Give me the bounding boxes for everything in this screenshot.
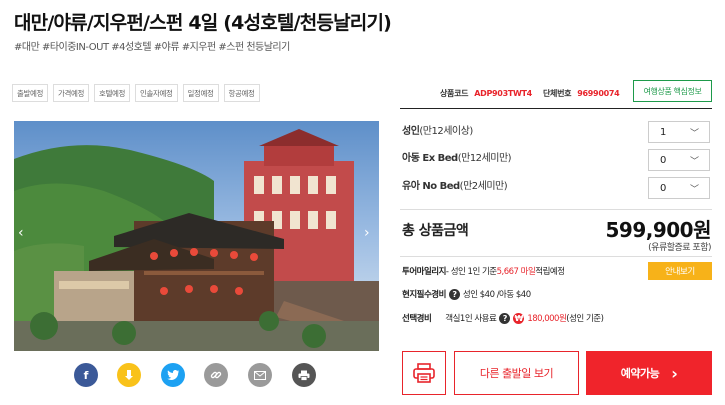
twitter-icon[interactable] (161, 363, 185, 387)
total-price: 599,900원 (605, 218, 712, 242)
mail-icon[interactable] (248, 363, 272, 387)
currency-won-icon: ₩ (513, 312, 525, 324)
options-divider (400, 209, 712, 210)
product-title: 대만/야류/지우펀/스펀 4일 (4성호텔/천등날리기) (14, 12, 392, 34)
local-fee-text: 성인 $40 /아동 $40 (462, 290, 531, 300)
option-label-infant: 유아 No Bed(만2세미만) (402, 181, 508, 192)
local-fee-row: 현지필수경비 ? 성인 $40 /아동 $40 (402, 288, 531, 300)
kakaostory-icon[interactable] (117, 363, 141, 387)
mileage-guide-button[interactable]: 안내보기 (648, 262, 712, 280)
infant-quantity-select[interactable]: 0 ﹀ (648, 177, 710, 199)
product-code-label: 상품코드 (440, 89, 469, 98)
facebook-icon[interactable]: f (74, 363, 98, 387)
tab-guide[interactable]: 인솔자예정 (135, 84, 178, 102)
group-code: 단체번호 96990074 (543, 88, 620, 99)
question-icon[interactable]: ? (448, 288, 460, 300)
tab-itinerary[interactable]: 일정예정 (182, 84, 219, 102)
tab-flight[interactable]: 항공예정 (223, 84, 260, 102)
jiufen-scene-image (14, 121, 379, 351)
optional-fee-label: 선택경비 (402, 314, 432, 324)
product-photo (14, 121, 379, 351)
other-dates-button[interactable]: 다른 출발일 보기 (454, 351, 579, 395)
core-info-button[interactable]: 여행상품 핵심정보 (633, 80, 712, 102)
print-button[interactable] (402, 351, 446, 395)
header-divider (400, 108, 712, 109)
total-price-note: (유류할증료 포함) (648, 243, 711, 253)
adult-quantity-select[interactable]: 1 ﹀ (648, 121, 710, 143)
product-hashtags: #대만 #타이중IN-OUT #4성호텔 #야류 #지우펀 #스펀 천등날리기 (14, 42, 290, 53)
optional-fee-row: 선택경비 객실1인 사용료 ? ₩ 180,000원 (성인 기준) (402, 312, 604, 324)
book-button-label: 예약가능 (620, 367, 660, 380)
total-price-label: 총 상품금액 (402, 223, 469, 239)
product-info-tabs: 출발예정 가격예정 호텔예정 인솔자예정 일정예정 항공예정 (12, 84, 260, 102)
chevron-down-icon: ﹀ (689, 128, 699, 139)
print-icon[interactable] (292, 363, 316, 387)
question-icon[interactable]: ? (499, 312, 511, 324)
link-icon[interactable] (204, 363, 228, 387)
mileage-row: 투어마일리지 - 성인 1인 기준 5,667 마일 적립예정 (402, 267, 565, 277)
child-quantity-select[interactable]: 0 ﹀ (648, 149, 710, 171)
mileage-amount: 5,667 마일 (496, 267, 536, 277)
group-code-value: 96990074 (577, 89, 620, 98)
optional-fee-amount: 180,000원 (527, 314, 567, 324)
local-fee-label: 현지필수경비 (402, 290, 446, 300)
total-divider (400, 256, 712, 257)
chevron-right-icon: › (671, 363, 678, 383)
option-label-adult: 성인(만12세이상) (402, 126, 473, 137)
photo-prev-arrow[interactable]: ‹ (18, 225, 24, 241)
product-code: 상품코드 ADP903TWT4 (440, 88, 532, 99)
mileage-label: 투어마일리지 (402, 267, 446, 277)
printer-icon (413, 363, 435, 383)
photo-next-arrow[interactable]: › (364, 225, 370, 241)
book-button[interactable]: 예약가능 › (586, 351, 712, 395)
chevron-down-icon: ﹀ (689, 184, 699, 195)
group-code-label: 단체번호 (543, 89, 572, 98)
tab-hotel[interactable]: 호텔예정 (94, 84, 130, 102)
option-label-child: 아동 Ex Bed(만12세미만) (402, 153, 512, 164)
chevron-down-icon: ﹀ (689, 156, 699, 167)
tab-price[interactable]: 가격예정 (53, 84, 89, 102)
product-code-value: ADP903TWT4 (474, 89, 532, 98)
tab-departure[interactable]: 출발예정 (12, 84, 48, 102)
